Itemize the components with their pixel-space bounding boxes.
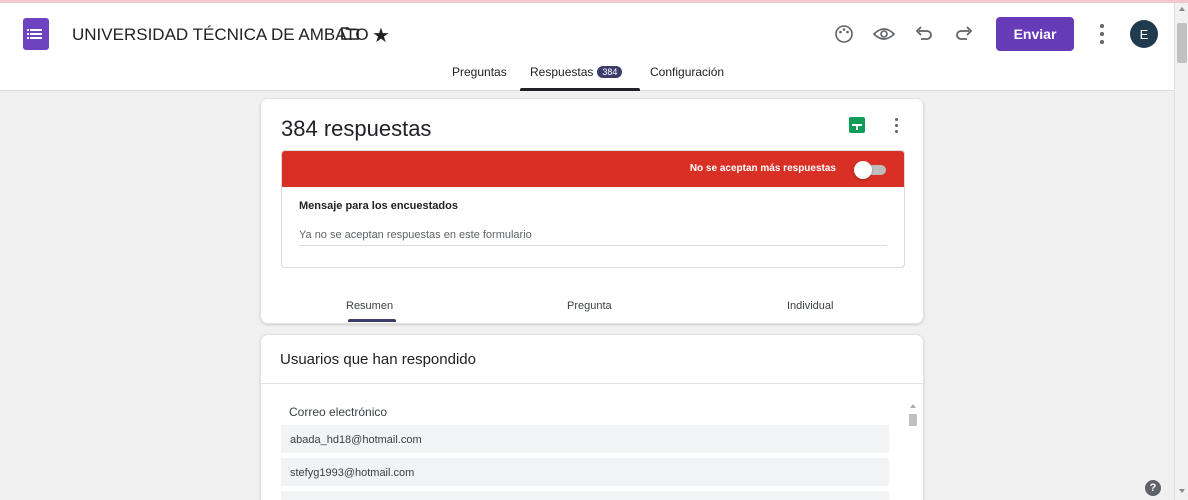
active-subtab-indicator: [348, 319, 396, 322]
folder-icon[interactable]: [341, 26, 359, 40]
star-icon[interactable]: ★: [372, 23, 390, 48]
scroll-thumb[interactable]: [909, 414, 917, 426]
list-item[interactable]: [281, 491, 889, 500]
redo-icon[interactable]: [952, 22, 976, 46]
more-vert-icon[interactable]: [1096, 22, 1108, 46]
palette-icon[interactable]: [832, 22, 856, 46]
list-scrollbar[interactable]: [908, 402, 918, 500]
list-dot: [27, 37, 29, 39]
list-dot: [27, 33, 29, 35]
app-header: UNIVERSIDAD TÉCNICA DE AMBATO ★ Enviar E…: [0, 3, 1174, 91]
scroll-up-icon[interactable]: [1179, 7, 1185, 11]
form-tabs: Preguntas Respuestas 384 Configuración: [0, 65, 1174, 91]
page-scrollbar[interactable]: [1174, 3, 1188, 500]
active-tab-indicator: [520, 88, 640, 91]
tab-questions[interactable]: Preguntas: [452, 65, 507, 79]
toggle-knob[interactable]: [854, 161, 872, 179]
tab-individual[interactable]: Individual: [787, 300, 833, 312]
message-label: Mensaje para los encuestados: [299, 200, 458, 212]
respondents-title: Usuarios que han respondido: [280, 351, 476, 368]
response-count-title: 384 respuestas: [281, 116, 432, 141]
list-line: [30, 33, 42, 35]
sheets-icon[interactable]: [849, 117, 865, 133]
preview-eye-icon[interactable]: [872, 22, 896, 46]
scroll-thumb[interactable]: [1177, 23, 1187, 63]
avatar[interactable]: E: [1130, 20, 1158, 48]
list-item[interactable]: abada_hd18@hotmail.com: [281, 425, 889, 453]
responses-summary-card: 384 respuestas No se aceptan más respues…: [260, 98, 924, 324]
more-vert-icon[interactable]: [893, 116, 901, 134]
send-button[interactable]: Enviar: [996, 17, 1074, 51]
list-item[interactable]: stefyg1993@hotmail.com: [281, 458, 889, 486]
responses-count-badge: 384: [597, 66, 623, 78]
accepting-responses-box: No se aceptan más respuestas Mensaje par…: [281, 150, 905, 268]
tab-question[interactable]: Pregunta: [567, 300, 612, 312]
list-line: [30, 37, 42, 39]
divider: [261, 383, 923, 384]
tab-summary[interactable]: Resumen: [346, 300, 393, 312]
scroll-up-icon[interactable]: [910, 404, 916, 408]
list-line: [30, 29, 42, 31]
respondents-card: Usuarios que han respondido Correo elect…: [260, 334, 924, 500]
forms-app-icon[interactable]: [23, 18, 49, 50]
form-title[interactable]: UNIVERSIDAD TÉCNICA DE AMBATO: [72, 25, 369, 45]
tab-responses[interactable]: Respuestas 384: [530, 65, 623, 79]
tab-settings[interactable]: Configuración: [650, 65, 724, 79]
accepting-responses-label: No se aceptan más respuestas: [689, 163, 836, 174]
email-column-header: Correo electrónico: [289, 405, 388, 419]
tab-responses-label: Respuestas: [530, 65, 594, 79]
help-icon[interactable]: ?: [1145, 480, 1161, 496]
list-dot: [27, 29, 29, 31]
closed-banner: No se aceptan más respuestas: [282, 151, 904, 187]
undo-icon[interactable]: [912, 22, 936, 46]
scroll-down-icon[interactable]: [1179, 489, 1185, 493]
message-field[interactable]: [299, 224, 887, 246]
